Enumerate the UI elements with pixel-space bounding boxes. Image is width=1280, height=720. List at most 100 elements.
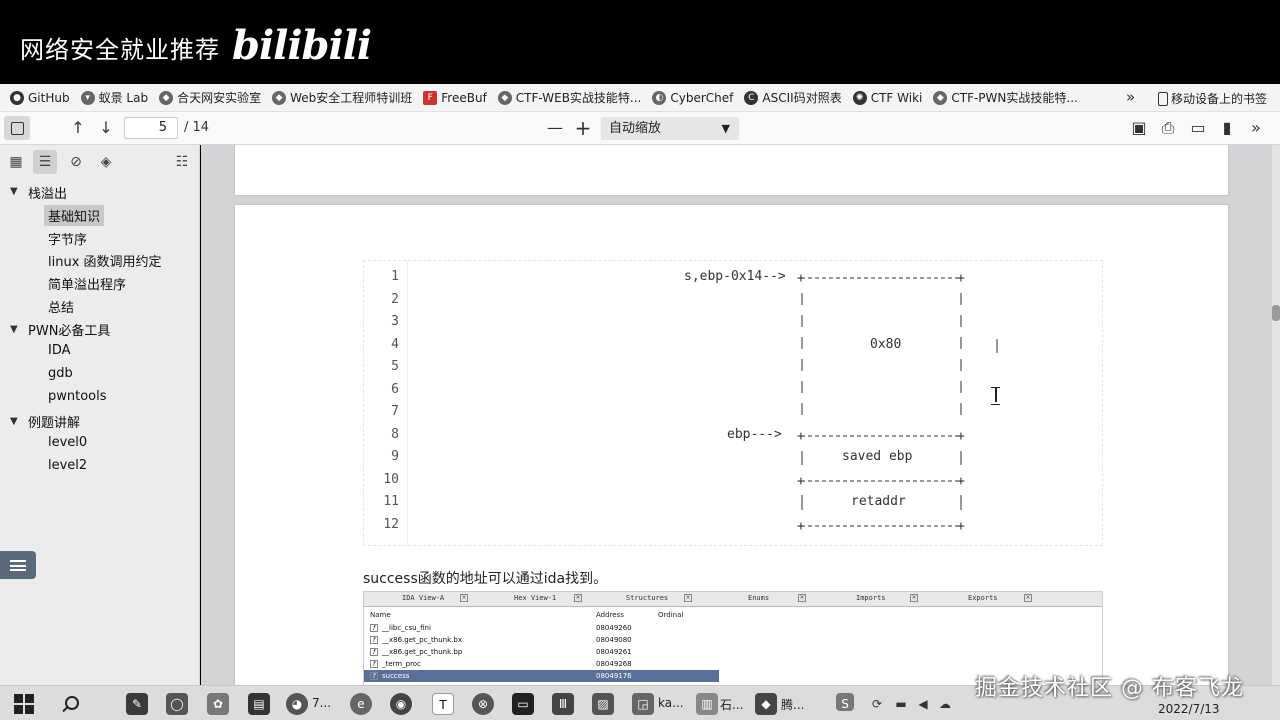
doc-app-icon[interactable]: ▥ xyxy=(696,693,718,715)
wiki-icon: ✺ xyxy=(852,90,867,105)
collapse-triangle-icon[interactable]: ▼ xyxy=(10,416,18,427)
bookmarks-overflow-button[interactable]: » xyxy=(1126,88,1135,106)
next-page-button[interactable]: ↓ xyxy=(94,117,118,139)
page-number-input[interactable]: 5 xyxy=(124,117,178,139)
collapse-triangle-icon[interactable]: ▼ xyxy=(10,324,18,335)
presentation-icon: ▣ xyxy=(1131,118,1147,137)
bookmark-ctf-pwn[interactable]: ◆ CTF-PWN实战技能特... xyxy=(933,89,1078,106)
outline-item-level2[interactable]: level2 xyxy=(48,458,87,473)
layers-icon: ◈ xyxy=(100,154,112,170)
chevron-down-icon: ▼ xyxy=(721,122,730,135)
vertical-scrollbar[interactable] xyxy=(1272,145,1280,685)
bookmark-yijing-lab[interactable]: ▾ 蚁景 Lab xyxy=(80,89,148,106)
bookmark-ctf-web[interactable]: ◆ CTF-WEB实战技能特... xyxy=(497,89,641,106)
notes-app-icon[interactable]: ✎ xyxy=(126,693,148,715)
zoom-out-button[interactable]: — xyxy=(543,117,567,139)
outline-item-ida[interactable]: IDA xyxy=(48,343,71,358)
open-file-button[interactable]: ▭ xyxy=(1186,117,1210,139)
window-app-icon[interactable]: ◲ xyxy=(632,693,654,715)
chrome-app-icon[interactable]: ◉ xyxy=(390,693,412,715)
outline-item-calling-convention[interactable]: linux 函数调用约定 xyxy=(48,251,162,270)
outline-item-stack-overflow[interactable]: 栈溢出 xyxy=(28,183,67,202)
vpn-app-icon[interactable]: ⊗ xyxy=(472,693,494,715)
layers-tab[interactable]: ◈ xyxy=(94,150,118,174)
mobile-bookmarks[interactable]: 移动设备上的书签 xyxy=(1158,90,1267,107)
zoom-in-button[interactable]: + xyxy=(571,117,595,139)
start-button[interactable] xyxy=(14,694,34,714)
chat-app-icon[interactable]: ◯ xyxy=(166,693,188,715)
close-icon: × xyxy=(574,594,582,602)
outline-item-level0[interactable]: level0 xyxy=(48,435,87,450)
text-app-icon[interactable]: T xyxy=(432,693,454,715)
meeting-app-icon[interactable]: ◆ xyxy=(755,693,777,715)
taskbar-date[interactable]: 2022/7/13 xyxy=(1158,702,1220,716)
outline-item-examples[interactable]: 例题讲解 xyxy=(28,412,80,431)
outline-item-pwntools[interactable]: pwntools xyxy=(48,389,107,404)
diamond-icon: ◆ xyxy=(497,90,512,105)
stack-corner: + xyxy=(957,429,965,444)
bookmark-github[interactable]: ● GitHub xyxy=(10,90,70,105)
settings-app-icon[interactable]: ✿ xyxy=(207,693,229,715)
current-outline-button[interactable]: ☷ xyxy=(170,150,194,174)
tools-menu-button[interactable]: » xyxy=(1244,117,1268,139)
double-chevron-icon: » xyxy=(1251,118,1261,137)
close-icon: × xyxy=(798,594,806,602)
print-button[interactable]: ⎙ xyxy=(1156,117,1180,139)
sidebar-toggle-button[interactable] xyxy=(4,116,30,140)
image-app-icon[interactable]: ▨ xyxy=(592,693,614,715)
bookmark-ascii[interactable]: C ASCII码对照表 xyxy=(744,89,842,106)
terminal-app-icon[interactable]: ▤ xyxy=(248,693,270,715)
arrow-up-icon: ↑ xyxy=(71,118,85,137)
floating-menu-button[interactable] xyxy=(0,551,36,579)
scrollbar-thumb[interactable] xyxy=(1272,305,1280,321)
collapse-triangle-icon[interactable]: ▼ xyxy=(10,186,18,197)
video-banner: 网络安全就业推荐 bilibili xyxy=(0,0,1280,84)
taskbar-app-label[interactable]: 腾... xyxy=(781,696,804,713)
presentation-mode-button[interactable]: ▣ xyxy=(1127,117,1151,139)
outline-item-simple-overflow[interactable]: 简单溢出程序 xyxy=(48,274,126,293)
outline-item-endianness[interactable]: 字节序 xyxy=(48,229,87,248)
firefox-icon[interactable]: ◕ xyxy=(286,693,308,715)
close-icon: × xyxy=(1024,594,1032,602)
tray-app-icon[interactable]: S xyxy=(836,693,854,711)
tray-battery-icon[interactable]: ▬ xyxy=(890,693,912,715)
zoom-select[interactable]: 自动缩放 ▼ xyxy=(601,117,739,140)
book-app-icon[interactable]: Ⅲ xyxy=(552,693,574,715)
phone-icon xyxy=(1158,91,1168,106)
bookmark-freebuf[interactable]: F FreeBuf xyxy=(423,90,487,105)
search-button[interactable] xyxy=(60,694,80,714)
function-icon: f xyxy=(370,624,378,632)
paragraph-success-address: success函数的地址可以通过ida找到。 xyxy=(363,571,608,587)
bookmark-web-training[interactable]: ◆ Web安全工程师特训班 xyxy=(272,89,412,106)
browser-app-icon[interactable]: e xyxy=(350,693,372,715)
taskbar-app-label[interactable]: 石... xyxy=(720,696,743,713)
previous-page-button[interactable]: ↑ xyxy=(66,117,90,139)
function-icon: f xyxy=(370,636,378,644)
tray-cloud-icon[interactable]: ☁ xyxy=(934,693,956,715)
bookmark-cyberchef[interactable]: ◐ CyberChef xyxy=(652,90,733,105)
bookmarks-bar: ● GitHub ▾ 蚁景 Lab ◆ 合天网安实验室 ◆ Web安全工程师特训班 FF… xyxy=(0,84,1280,112)
taskbar-app-label[interactable]: ka... xyxy=(658,696,684,710)
menu-icon xyxy=(10,560,26,571)
function-icon: f xyxy=(370,660,378,668)
tray-volume-icon[interactable]: ◀ xyxy=(912,693,934,715)
bookmark-hetian[interactable]: ◆ 合天网安实验室 xyxy=(159,89,261,106)
taskbar-app-label[interactable]: 7... xyxy=(312,696,331,710)
attachments-tab[interactable]: ⊘ xyxy=(64,150,88,174)
console-app-icon[interactable]: ▭ xyxy=(512,693,534,715)
outline-item-gdb[interactable]: gdb xyxy=(48,366,73,381)
outline-item-summary[interactable]: 总结 xyxy=(48,297,74,316)
outline-item-pwn-tools[interactable]: PWN必备工具 xyxy=(28,320,110,339)
watermark: 掘金技术社区 @ 布客飞龙 xyxy=(975,676,1244,701)
sidebar-tabs: ▦ ☰ ⊘ ◈ ☷ xyxy=(0,145,200,179)
outline-tab[interactable]: ☰ xyxy=(33,150,57,174)
ida-export-row-selected: f success 08049176 xyxy=(364,670,719,682)
thumbnails-tab[interactable]: ▦ xyxy=(4,150,28,174)
tray-sync-icon[interactable]: ⟳ xyxy=(866,693,888,715)
bookmark-ctf-wiki[interactable]: ✺ CTF Wiki xyxy=(852,90,922,105)
pdf-viewer[interactable]: 1 2 3 4 5 6 7 8 9 10 11 12 s,ebp-0x14-->… xyxy=(201,145,1280,685)
pdf-sidebar: ▦ ☰ ⊘ ◈ ☷ ▼ 栈溢出 基础知识 字节序 linux 函数调用约定 简单… xyxy=(0,145,200,685)
function-icon: f xyxy=(370,648,378,656)
bookmark-page-button[interactable]: ▮ xyxy=(1215,117,1239,139)
outline-item-basics[interactable]: 基础知识 xyxy=(44,205,105,226)
